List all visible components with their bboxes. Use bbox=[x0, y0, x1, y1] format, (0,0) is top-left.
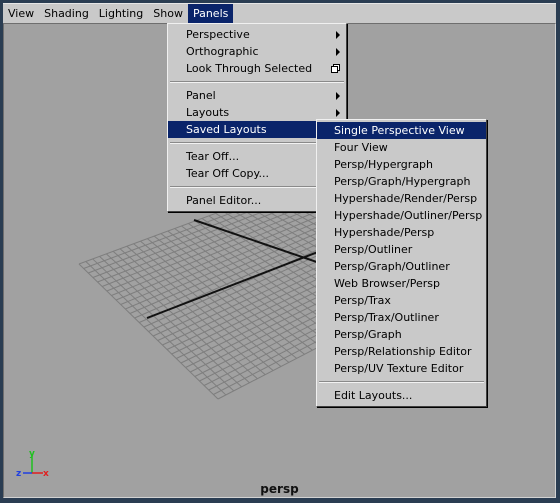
menu-item-label: Persp/Trax bbox=[334, 294, 391, 307]
menu-item-hypershade-render-persp[interactable]: Hypershade/Render/Persp bbox=[317, 190, 486, 207]
submenu-arrow-icon bbox=[336, 92, 340, 100]
submenu-arrow-icon bbox=[336, 31, 340, 39]
menu-item-label: Hypershade/Outliner/Persp bbox=[334, 209, 483, 222]
menu-item-persp-graph-hypergraph[interactable]: Persp/Graph/Hypergraph bbox=[317, 173, 486, 190]
camera-name-label: persp bbox=[260, 482, 299, 496]
menu-item-label: Saved Layouts bbox=[186, 123, 267, 136]
menu-view[interactable]: View bbox=[3, 4, 39, 23]
panel-menubar: View Shading Lighting Show Panels bbox=[3, 3, 556, 24]
menu-item-label: Panel bbox=[186, 89, 216, 102]
menu-item-label: Four View bbox=[334, 141, 388, 154]
menu-item-label: Persp/Outliner bbox=[334, 243, 413, 256]
menu-item-label: Web Browser/Persp bbox=[334, 277, 441, 290]
menu-item-label: Tear Off Copy... bbox=[186, 167, 269, 180]
menu-item-label: Persp/Graph bbox=[334, 328, 402, 341]
menu-panels[interactable]: Panels bbox=[187, 4, 234, 23]
menu-lighting[interactable]: Lighting bbox=[94, 4, 148, 23]
menu-shading[interactable]: Shading bbox=[39, 4, 94, 23]
menu-item-label: Persp/Hypergraph bbox=[334, 158, 434, 171]
menu-item-label: Persp/Graph/Hypergraph bbox=[334, 175, 471, 188]
option-box-icon[interactable] bbox=[331, 64, 340, 73]
menu-item-single-perspective-view[interactable]: Single Perspective View bbox=[317, 122, 486, 139]
menu-item-label: Panel Editor... bbox=[186, 194, 262, 207]
submenu-arrow-icon bbox=[336, 109, 340, 117]
menu-item-label: Hypershade/Persp bbox=[334, 226, 435, 239]
menu-separator bbox=[319, 381, 484, 383]
maya-panel-window: View Shading Lighting Show Panels y x z … bbox=[0, 0, 560, 503]
menu-item-persp-trax-outliner[interactable]: Persp/Trax/Outliner bbox=[317, 309, 486, 326]
menu-item-label: Persp/Trax/Outliner bbox=[334, 311, 439, 324]
menu-item-label: Persp/Graph/Outliner bbox=[334, 260, 450, 273]
menu-item-label: Single Perspective View bbox=[334, 124, 465, 137]
submenu-arrow-icon bbox=[336, 48, 340, 56]
menu-item-four-view[interactable]: Four View bbox=[317, 139, 486, 156]
menu-item-label: Hypershade/Render/Persp bbox=[334, 192, 478, 205]
menu-item-label: Perspective bbox=[186, 28, 250, 41]
menu-item-web-browser-persp[interactable]: Web Browser/Persp bbox=[317, 275, 486, 292]
menu-item-orthographic[interactable]: Orthographic bbox=[168, 43, 346, 60]
menu-item-persp-outliner[interactable]: Persp/Outliner bbox=[317, 241, 486, 258]
menu-item-edit-layouts[interactable]: Edit Layouts... bbox=[317, 387, 486, 404]
menu-item-label: Persp/Relationship Editor bbox=[334, 345, 472, 358]
menu-separator bbox=[170, 81, 344, 83]
x-axis-label: x bbox=[43, 469, 49, 479]
menu-item-persp-uv-texture-editor[interactable]: Persp/UV Texture Editor bbox=[317, 360, 486, 377]
menu-item-look-through-selected[interactable]: Look Through Selected bbox=[168, 60, 346, 77]
menu-item-label: Persp/UV Texture Editor bbox=[334, 362, 464, 375]
menu-item-label: Layouts bbox=[186, 106, 230, 119]
z-axis-label: z bbox=[16, 469, 21, 479]
menu-item-persp-trax[interactable]: Persp/Trax bbox=[317, 292, 486, 309]
saved-layouts-submenu: Single Perspective View Four View Persp/Hy… bbox=[316, 119, 487, 407]
menu-item-label: Look Through Selected bbox=[186, 62, 313, 75]
menu-item-persp-graph-outliner[interactable]: Persp/Graph/Outliner bbox=[317, 258, 486, 275]
menu-item-persp-graph[interactable]: Persp/Graph bbox=[317, 326, 486, 343]
menu-show[interactable]: Show bbox=[148, 4, 188, 23]
menu-item-hypershade-persp[interactable]: Hypershade/Persp bbox=[317, 224, 486, 241]
menu-item-panel[interactable]: Panel bbox=[168, 87, 346, 104]
menu-item-perspective[interactable]: Perspective bbox=[168, 26, 346, 43]
menu-item-hypershade-outliner-persp[interactable]: Hypershade/Outliner/Persp bbox=[317, 207, 486, 224]
menu-item-label: Edit Layouts... bbox=[334, 389, 413, 402]
menu-item-label: Orthographic bbox=[186, 45, 259, 58]
menu-item-persp-relationship-editor[interactable]: Persp/Relationship Editor bbox=[317, 343, 486, 360]
menu-item-label: Tear Off... bbox=[186, 150, 240, 163]
menu-item-persp-hypergraph[interactable]: Persp/Hypergraph bbox=[317, 156, 486, 173]
y-axis-label: y bbox=[29, 449, 35, 459]
